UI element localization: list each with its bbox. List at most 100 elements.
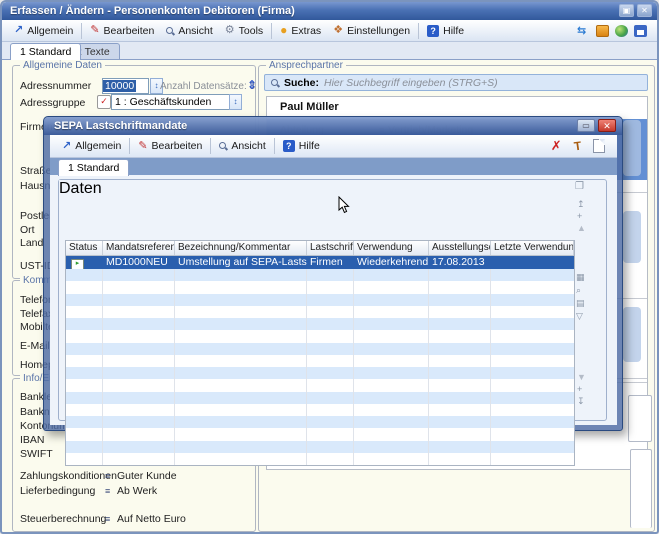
dialog-restore-button[interactable]: ▭ (577, 119, 595, 132)
menu-tools[interactable]: ⚙Tools (219, 22, 269, 40)
mandate-table[interactable]: StatusMandatsreferenzBezeichnung/Komment… (66, 241, 574, 465)
gridline (102, 269, 103, 465)
empty-row (66, 281, 574, 293)
field-link-icon: ≡ (105, 472, 110, 481)
close-window-button[interactable]: ✕ (637, 4, 652, 17)
application-window: Erfassen / Ändern - Personenkonten Debit… (0, 0, 659, 534)
main-window-title: Erfassen / Ändern - Personenkonten Debit… (2, 5, 295, 17)
dialog-tab-standard[interactable]: 1 Standard (58, 159, 129, 176)
adressgruppe-combobox[interactable]: 1 : Geschäftskunden (111, 94, 242, 110)
hammer-icon[interactable]: T (573, 139, 582, 154)
magnifier-icon (219, 142, 227, 150)
column-header[interactable]: Status (66, 241, 103, 255)
column-header[interactable]: Bezeichnung/Kommentar (175, 241, 307, 255)
adressnummer-input[interactable]: 10000 (102, 78, 149, 94)
mandate-table-body[interactable] (66, 269, 574, 465)
new-document-icon[interactable] (593, 139, 605, 153)
contact-photo-placeholder (623, 307, 641, 362)
sync-icon[interactable]: ⇆ (577, 25, 590, 37)
lookup-icon[interactable]: ⌕ (576, 285, 581, 295)
menu-ansicht[interactable]: Ansicht (160, 22, 218, 40)
background-panel (628, 395, 652, 442)
delete-icon[interactable]: ✗ (551, 138, 562, 154)
menu-einstellungen[interactable]: ❖Einstellungen (327, 22, 416, 40)
dialog-titlebar[interactable]: SEPA Lastschriftmandate (44, 117, 622, 135)
dialog-menu-allgemein[interactable]: ↗Allgemein (56, 137, 127, 155)
append-row-icon[interactable]: + (577, 384, 582, 394)
checked-icon[interactable]: ✓ (97, 95, 111, 109)
empty-row (66, 367, 574, 379)
group-label: Ansprechpartner (266, 60, 346, 71)
record-navigator-icon[interactable]: ⇕ (247, 78, 257, 92)
help-icon: ? (427, 25, 439, 37)
adressgruppe-label: Adressgruppe (20, 97, 85, 109)
sort-icon[interactable]: ▤ (576, 298, 585, 308)
empty-row (66, 355, 574, 367)
arrow-icon: ↗ (14, 25, 23, 36)
main-tabstrip: 1 Standard 2 Texte (2, 42, 657, 60)
contact-photo-placeholder (623, 120, 641, 176)
filter-icon[interactable]: ▽ (576, 311, 583, 321)
menu-bearbeiten[interactable]: ✎Bearbeiten (84, 22, 160, 40)
grid-icon[interactable]: ▦ (576, 272, 585, 282)
mandate-status-icon: ▸ (71, 259, 84, 269)
empty-row (66, 318, 574, 330)
menu-allgemein[interactable]: ↗Allgemein (8, 22, 79, 40)
save-icon[interactable] (634, 25, 647, 37)
zahlungskonditionen-label: Zahlungskonditionen (20, 470, 117, 482)
gridline (428, 269, 429, 465)
empty-row (66, 343, 574, 355)
restore-window-button[interactable]: ▣ (619, 4, 634, 17)
scroll-down-icon[interactable]: ▼ (577, 372, 586, 382)
ort-label: Ort (20, 224, 35, 236)
scroll-last-icon[interactable]: ↧ (577, 396, 585, 406)
dialog-menu-hilfe[interactable]: ?Hilfe (277, 137, 326, 155)
empty-row (66, 428, 574, 440)
field-link-icon: ≡ (105, 487, 110, 496)
steuerberechnung-value: Auf Netto Euro (117, 513, 186, 525)
record-count-label: Anzahl Datensätze: 3 (160, 81, 255, 92)
mandate-cell: Umstellung auf SEPA-Lastschrift (175, 256, 307, 269)
contact-photo-placeholder (623, 211, 641, 263)
empty-row (66, 330, 574, 342)
column-header[interactable]: Ausstellungsdatum (429, 241, 491, 255)
mandate-table-header: StatusMandatsreferenzBezeichnung/Komment… (66, 241, 574, 256)
gridline (490, 269, 491, 465)
adressnummer-label: Adressnummer (20, 80, 91, 92)
column-header[interactable]: Letzte Verwendung (491, 241, 574, 255)
briefcase-icon[interactable] (596, 25, 609, 37)
group-label: Daten (59, 180, 102, 197)
search-placeholder: Hier Suchbegriff eingeben (STRG+S) (324, 77, 498, 89)
mandate-row-selected[interactable]: ▸MD1000NEUUmstellung auf SEPA-Lastschrif… (66, 256, 574, 269)
dialog-close-button[interactable]: ✕ (598, 119, 616, 132)
column-header[interactable]: Lastschriftart (307, 241, 354, 255)
menu-hilfe[interactable]: ?Hilfe (421, 22, 470, 40)
status-cell: ▸ (66, 256, 103, 269)
lieferbedingung-label: Lieferbedingung (20, 485, 95, 497)
empty-row (66, 404, 574, 416)
sepa-dialog: SEPA Lastschriftmandate ▭ ✕ ↗Allgemein ✎… (43, 116, 623, 431)
dialog-menu-bearbeiten[interactable]: ✎Bearbeiten (132, 137, 208, 155)
column-header[interactable]: Verwendung (354, 241, 429, 255)
scroll-first-icon[interactable]: ↥ (577, 199, 585, 209)
settings-icon: ❖ (333, 25, 343, 36)
contact-search-input[interactable]: Suche: Hier Suchbegriff eingeben (STRG+S… (264, 74, 648, 91)
dialog-menu-ansicht[interactable]: Ansicht (213, 137, 271, 155)
search-icon (271, 79, 279, 87)
empty-row (66, 306, 574, 318)
menu-extras[interactable]: ●Extras (274, 22, 327, 40)
gridline (353, 269, 354, 465)
background-panel (630, 449, 652, 528)
column-header[interactable]: Mandatsreferenz (103, 241, 175, 255)
adressgruppe-spinner[interactable]: ↕ (229, 94, 242, 110)
insert-row-icon[interactable]: + (577, 211, 582, 221)
mandate-cell: 17.08.2013 (429, 256, 491, 269)
tab-standard[interactable]: 1 Standard (10, 43, 81, 60)
column-options-icon[interactable]: ❐ (575, 182, 584, 192)
globe-icon[interactable] (615, 25, 628, 37)
arrow-icon: ↗ (62, 141, 71, 152)
edit-icon: ✎ (90, 25, 99, 36)
scroll-up-icon[interactable]: ▲ (577, 223, 586, 233)
main-titlebar: Erfassen / Ändern - Personenkonten Debit… (2, 2, 657, 20)
group-label: Allgemeine Daten (20, 60, 105, 71)
